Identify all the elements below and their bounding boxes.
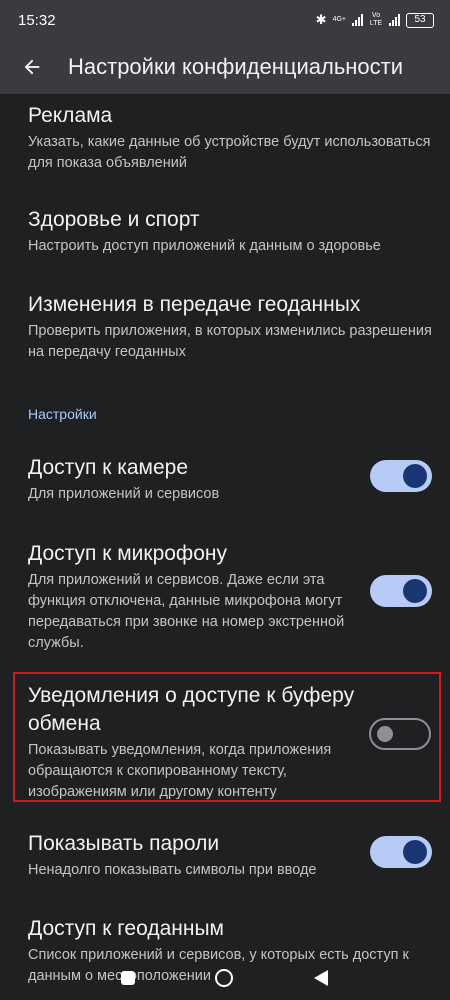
show-passwords-toggle[interactable] — [370, 836, 432, 868]
back-button[interactable] — [0, 40, 64, 94]
signal-icon — [352, 14, 363, 26]
volte-badge: Vo LTE — [369, 12, 383, 27]
list-item-ads[interactable]: Реклама Указать, какие данные об устройс… — [28, 102, 432, 174]
list-item-subtitle: Проверить приложения, в которых изменили… — [28, 323, 432, 360]
setting-subtitle: Для приложений и сервисов. Даже если эта… — [28, 572, 345, 651]
list-item-health[interactable]: Здоровье и спорт Настроить доступ прилож… — [28, 206, 432, 257]
back-nav-icon[interactable] — [313, 969, 329, 987]
list-item-title: Реклама — [28, 104, 113, 127]
setting-title: Доступ к камере — [28, 456, 189, 479]
home-button[interactable] — [215, 968, 233, 987]
list-item-title: Здоровье и спорт — [28, 208, 200, 231]
network-type-label: 4G+ — [332, 16, 346, 23]
camera-access-toggle[interactable] — [370, 460, 432, 492]
arrow-back-icon — [24, 59, 40, 75]
list-item-subtitle: Настроить доступ приложений к данным о з… — [28, 238, 381, 254]
setting-camera-access[interactable]: Доступ к камере Для приложений и сервисо… — [28, 454, 355, 505]
status-time: 15:32 — [18, 11, 56, 29]
setting-clipboard-notifications[interactable]: Уведомления о доступе к буферу обмена По… — [28, 682, 355, 803]
setting-subtitle: Для приложений и сервисов — [28, 486, 220, 502]
app-bar: Настройки конфиденциальности — [0, 40, 450, 94]
status-bar: 15:32 ✱ 4G+ Vo LTE 53 — [0, 0, 450, 40]
signal-icon-2 — [389, 14, 400, 26]
list-item-location-changes[interactable]: Изменения в передаче геоданных Проверить… — [28, 291, 432, 363]
setting-title: Показывать пароли — [28, 832, 220, 855]
section-header-settings: Настройки — [28, 406, 97, 422]
system-nav-bar — [0, 955, 450, 1000]
setting-title: Доступ к геоданным — [28, 917, 224, 940]
microphone-access-toggle[interactable] — [370, 575, 432, 607]
list-item-title: Изменения в передаче геоданных — [28, 293, 361, 316]
setting-show-passwords[interactable]: Показывать пароли Ненадолго показывать с… — [28, 830, 355, 881]
clipboard-notifications-toggle[interactable] — [369, 718, 431, 750]
bluetooth-icon: ✱ — [315, 12, 327, 27]
setting-subtitle: Показывать уведомления, когда приложения… — [28, 742, 332, 800]
setting-title: Уведомления о доступе к буферу обмена — [28, 684, 355, 735]
recents-button[interactable] — [121, 970, 135, 985]
setting-microphone-access[interactable]: Доступ к микрофону Для приложений и серв… — [28, 540, 355, 654]
list-item-subtitle: Указать, какие данные об устройстве буду… — [28, 134, 431, 171]
battery-icon: 53 — [406, 12, 434, 28]
status-icons: ✱ 4G+ Vo LTE 53 — [316, 12, 434, 28]
setting-subtitle: Ненадолго показывать символы при вводе — [28, 862, 317, 878]
setting-title: Доступ к микрофону — [28, 542, 227, 565]
page-title: Настройки конфиденциальности — [68, 54, 404, 79]
